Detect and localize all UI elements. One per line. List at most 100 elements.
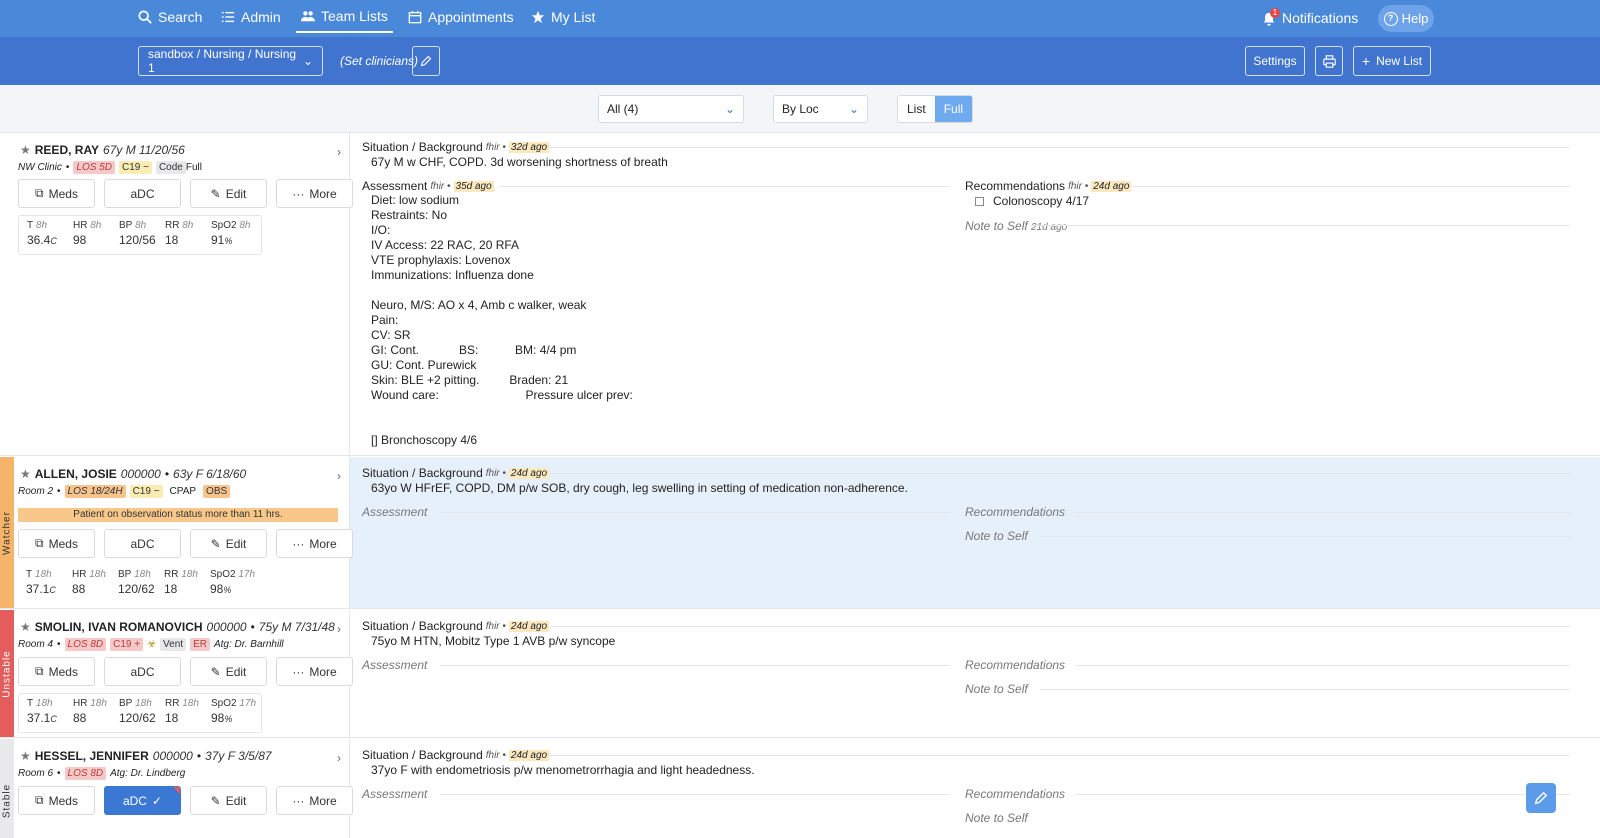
nav-team-lists[interactable]: Team Lists bbox=[296, 0, 393, 33]
assessment-placeholder[interactable]: Assessment bbox=[362, 505, 427, 519]
situation-label: Situation / Background bbox=[362, 619, 483, 633]
nav-search[interactable]: Search bbox=[138, 0, 202, 34]
print-button[interactable] bbox=[1315, 46, 1343, 76]
set-clinicians-link[interactable]: (Set clinicians) bbox=[340, 54, 418, 68]
checkbox[interactable] bbox=[975, 196, 984, 206]
nav-my-list[interactable]: My List bbox=[531, 0, 595, 34]
nav-appointments[interactable]: Appointments bbox=[408, 0, 514, 34]
vital-age: 18h bbox=[181, 569, 198, 580]
chevron-right-icon[interactable]: › bbox=[337, 145, 341, 159]
more-button[interactable]: ··· More bbox=[276, 529, 353, 558]
sort-select[interactable]: By Loc ⌄ bbox=[773, 95, 868, 123]
patient-demographics: 67y M 11/20/56 bbox=[103, 143, 185, 157]
assessment-text[interactable]: Diet: low sodium Restraints: No I/O: IV … bbox=[371, 193, 633, 448]
group-filter-select[interactable]: All (4) ⌄ bbox=[598, 95, 744, 123]
note-to-self[interactable]: Note to Self bbox=[965, 682, 1028, 696]
situation-label: Situation / Background bbox=[362, 748, 483, 762]
situation-text[interactable]: 37yo F with endometriosis p/w menometror… bbox=[371, 763, 755, 778]
situation-text[interactable]: 67y M w CHF, COPD. 3d worsening shortnes… bbox=[371, 155, 668, 170]
more-button[interactable]: ··· More bbox=[276, 179, 353, 208]
edit-button[interactable]: ✎ Edit bbox=[190, 179, 267, 208]
recommendations-placeholder[interactable]: Recommendations bbox=[965, 787, 1065, 801]
recommendations-placeholder[interactable]: Recommendations bbox=[965, 658, 1065, 672]
action-buttons: ⧉ Meds aDC ✓ ✎ Edit ··· More bbox=[18, 786, 353, 815]
edit-button[interactable]: ✎ Edit bbox=[190, 657, 267, 686]
adc-button[interactable]: aDC bbox=[104, 529, 181, 558]
er-badge: ER bbox=[190, 638, 210, 651]
note-to-self[interactable]: Note to Self 21d ago bbox=[965, 219, 1067, 233]
view-toggle: List Full bbox=[897, 95, 974, 123]
chevron-right-icon[interactable]: › bbox=[337, 622, 341, 636]
patient-header[interactable]: ★ HESSEL, JENNIFER 000000 • 37y F 3/5/87 bbox=[20, 749, 272, 763]
more-button[interactable]: ··· More bbox=[276, 657, 353, 686]
help-label: Help bbox=[1401, 11, 1429, 26]
help-button[interactable]: ? Help bbox=[1378, 5, 1434, 32]
chevron-right-icon[interactable]: › bbox=[337, 751, 341, 765]
adc-button[interactable]: aDC bbox=[104, 179, 181, 208]
situation-label: Situation / Background bbox=[362, 140, 483, 154]
recommendation-text: Colonoscopy 4/17 bbox=[993, 194, 1090, 208]
patient-header[interactable]: ★ SMOLIN, IVAN ROMANOVICH 000000 • 75y M … bbox=[20, 620, 335, 634]
more-label: More bbox=[309, 186, 337, 201]
vital-value: 36.4C bbox=[27, 233, 65, 247]
recommendations-label: Recommendations bbox=[965, 179, 1066, 193]
recommendations-placeholder[interactable]: Recommendations bbox=[965, 505, 1065, 519]
source-label: fhir • bbox=[430, 180, 451, 192]
meds-button[interactable]: ⧉ Meds bbox=[18, 529, 95, 558]
vital-unit: % bbox=[223, 585, 232, 595]
patient-mrn: 000000 bbox=[206, 620, 247, 634]
code-label: Code bbox=[155, 161, 186, 174]
divider bbox=[1075, 665, 1570, 666]
chevron-right-icon[interactable]: › bbox=[337, 469, 341, 483]
vital-age: 8h bbox=[35, 220, 48, 231]
star-icon[interactable]: ★ bbox=[20, 749, 31, 763]
vital-label: HR bbox=[72, 569, 87, 580]
source-label: fhir • bbox=[1068, 180, 1089, 192]
chevron-down-icon: ⌄ bbox=[724, 102, 735, 116]
nav-admin[interactable]: Admin bbox=[221, 0, 281, 34]
situation-age: 24d ago bbox=[508, 749, 550, 761]
patient-header[interactable]: ★ REED, RAY 67y M 11/20/56 bbox=[20, 143, 185, 157]
note-to-self[interactable]: Note to Self bbox=[965, 529, 1028, 543]
patient-name: HESSEL, JENNIFER bbox=[34, 749, 149, 763]
source-label: fhir • bbox=[485, 620, 506, 632]
vital-number: 18 bbox=[165, 711, 179, 725]
assessment-placeholder[interactable]: Assessment bbox=[362, 787, 427, 801]
list-selector[interactable]: sandbox / Nursing / Nursing 1 ⌄ bbox=[138, 46, 323, 76]
divider bbox=[1040, 689, 1570, 690]
vital-age: 8h bbox=[90, 220, 102, 231]
vital-number: 120/56 bbox=[119, 233, 156, 247]
view-list-button[interactable]: List bbox=[898, 96, 935, 122]
attending: Atg: Dr. Lindberg bbox=[110, 768, 186, 779]
star-icon[interactable]: ★ bbox=[20, 467, 31, 481]
more-label: More bbox=[309, 793, 337, 808]
more-button[interactable]: ··· More bbox=[276, 786, 353, 815]
adc-label: aDC bbox=[130, 664, 155, 679]
meds-button[interactable]: ⧉ Meds bbox=[18, 179, 95, 208]
new-list-button[interactable]: + New List bbox=[1353, 46, 1431, 76]
note-to-self[interactable]: Note to Self bbox=[965, 811, 1028, 825]
meds-button[interactable]: ⧉ Meds bbox=[18, 786, 95, 815]
vital-number: 88 bbox=[72, 582, 86, 596]
situation-text[interactable]: 63yo W HFrEF, COPD, DM p/w SOB, dry coug… bbox=[371, 481, 908, 496]
vital-number: 98 bbox=[210, 582, 224, 596]
assessment-placeholder[interactable]: Assessment bbox=[362, 658, 427, 672]
edit-button[interactable]: ✎ Edit bbox=[190, 786, 267, 815]
adc-button[interactable]: aDC ✓ bbox=[104, 786, 181, 815]
adc-button[interactable]: aDC bbox=[104, 657, 181, 686]
floating-edit-button[interactable] bbox=[1526, 783, 1556, 813]
edit-button[interactable]: ✎ Edit bbox=[190, 529, 267, 558]
vital-label: T bbox=[27, 698, 34, 709]
star-icon[interactable]: ★ bbox=[20, 620, 31, 634]
patient-header[interactable]: ★ ALLEN, JOSIE 000000 • 63y F 6/18/60 bbox=[20, 467, 246, 481]
nav-appointments-label: Appointments bbox=[428, 9, 514, 25]
meds-button[interactable]: ⧉ Meds bbox=[18, 657, 95, 686]
notifications-button[interactable]: 1 Notifications bbox=[1262, 0, 1358, 36]
vital-hr: HR 8h 98 bbox=[65, 216, 111, 254]
recommendation-item[interactable]: Colonoscopy 4/17 bbox=[975, 194, 1089, 208]
situation-text[interactable]: 75yo M HTN, Mobitz Type 1 AVB p/w syncop… bbox=[371, 634, 615, 649]
patient-notes: Situation / Background fhir • 24d ago 63yo… bbox=[350, 457, 1600, 608]
settings-button[interactable]: Settings bbox=[1245, 46, 1305, 76]
star-icon[interactable]: ★ bbox=[20, 143, 31, 157]
view-full-button[interactable]: Full bbox=[934, 96, 973, 122]
